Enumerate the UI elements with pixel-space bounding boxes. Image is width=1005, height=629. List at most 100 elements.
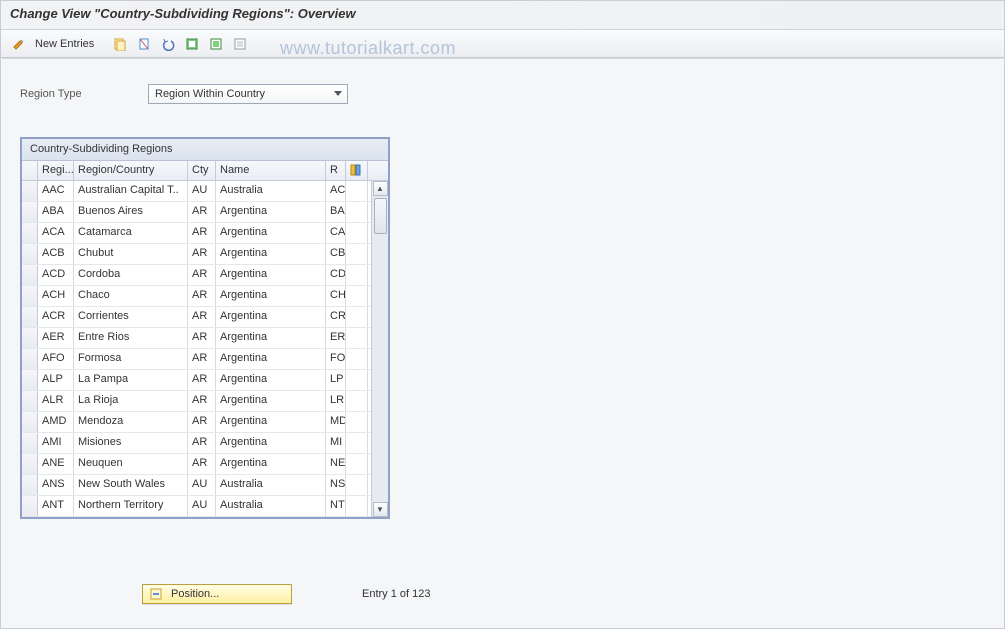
cell-cty[interactable]: AR	[188, 349, 216, 369]
cell-regi[interactable]: ACH	[38, 286, 74, 306]
cell-regi[interactable]: AAC	[38, 181, 74, 201]
cell-name[interactable]: Argentina	[216, 202, 326, 222]
cell-r[interactable]: LR	[326, 391, 346, 411]
position-button[interactable]: Position...	[142, 584, 292, 604]
cell-regi[interactable]: ANS	[38, 475, 74, 495]
cell-region-country[interactable]: New South Wales	[74, 475, 188, 495]
scroll-down-icon[interactable]: ▼	[373, 502, 388, 517]
row-selector[interactable]	[22, 433, 38, 453]
cell-name[interactable]: Argentina	[216, 244, 326, 264]
cell-r[interactable]: CB	[326, 244, 346, 264]
row-selector[interactable]	[22, 475, 38, 495]
cell-cty[interactable]: AR	[188, 265, 216, 285]
row-selector[interactable]	[22, 202, 38, 222]
table-row[interactable]: ACRCorrientesARArgentinaCR	[22, 307, 388, 328]
table-row[interactable]: AMIMisionesARArgentinaMI	[22, 433, 388, 454]
region-type-dropdown[interactable]: Region Within Country	[148, 84, 348, 104]
cell-regi[interactable]: ACD	[38, 265, 74, 285]
cell-regi[interactable]: ACA	[38, 223, 74, 243]
cell-name[interactable]: Australia	[216, 475, 326, 495]
cell-region-country[interactable]: Corrientes	[74, 307, 188, 327]
cell-regi[interactable]: AFO	[38, 349, 74, 369]
cell-regi[interactable]: ABA	[38, 202, 74, 222]
cell-name[interactable]: Argentina	[216, 370, 326, 390]
cell-name[interactable]: Argentina	[216, 391, 326, 411]
row-selector[interactable]	[22, 223, 38, 243]
cell-name[interactable]: Argentina	[216, 433, 326, 453]
cell-regi[interactable]: ACR	[38, 307, 74, 327]
select-all-icon[interactable]	[181, 34, 203, 54]
cell-r[interactable]: CD	[326, 265, 346, 285]
row-selector[interactable]	[22, 391, 38, 411]
cell-regi[interactable]: ACB	[38, 244, 74, 264]
header-name[interactable]: Name	[216, 161, 326, 180]
cell-name[interactable]: Argentina	[216, 286, 326, 306]
row-selector[interactable]	[22, 286, 38, 306]
row-selector[interactable]	[22, 370, 38, 390]
row-selector[interactable]	[22, 181, 38, 201]
cell-region-country[interactable]: La Pampa	[74, 370, 188, 390]
header-selector[interactable]	[22, 161, 38, 180]
table-row[interactable]: ACHChacoARArgentinaCH	[22, 286, 388, 307]
header-cty[interactable]: Cty	[188, 161, 216, 180]
cell-name[interactable]: Argentina	[216, 307, 326, 327]
scroll-thumb[interactable]	[374, 198, 387, 234]
row-selector[interactable]	[22, 412, 38, 432]
cell-name[interactable]: Argentina	[216, 265, 326, 285]
cell-region-country[interactable]: Australian Capital T..	[74, 181, 188, 201]
header-regi[interactable]: Regi...	[38, 161, 74, 180]
cell-name[interactable]: Argentina	[216, 454, 326, 474]
cell-regi[interactable]: AMD	[38, 412, 74, 432]
cell-cty[interactable]: AR	[188, 433, 216, 453]
cell-regi[interactable]: ALP	[38, 370, 74, 390]
scroll-up-icon[interactable]: ▲	[373, 181, 388, 196]
cell-cty[interactable]: AR	[188, 412, 216, 432]
cell-region-country[interactable]: Chubut	[74, 244, 188, 264]
undo-icon[interactable]	[157, 34, 179, 54]
cell-r[interactable]: BA	[326, 202, 346, 222]
cell-region-country[interactable]: Catamarca	[74, 223, 188, 243]
row-selector[interactable]	[22, 496, 38, 516]
table-row[interactable]: AFOFormosaARArgentinaFO	[22, 349, 388, 370]
new-entries-button[interactable]: New Entries	[32, 34, 103, 54]
cell-r[interactable]: ER	[326, 328, 346, 348]
cell-region-country[interactable]: Cordoba	[74, 265, 188, 285]
row-selector[interactable]	[22, 328, 38, 348]
table-row[interactable]: ACDCordobaARArgentinaCD	[22, 265, 388, 286]
cell-region-country[interactable]: Misiones	[74, 433, 188, 453]
cell-region-country[interactable]: Chaco	[74, 286, 188, 306]
table-row[interactable]: ANENeuquenARArgentinaNE	[22, 454, 388, 475]
cell-name[interactable]: Argentina	[216, 328, 326, 348]
cell-r[interactable]: AC	[326, 181, 346, 201]
cell-region-country[interactable]: Neuquen	[74, 454, 188, 474]
cell-cty[interactable]: AU	[188, 496, 216, 516]
select-block-icon[interactable]	[205, 34, 227, 54]
table-row[interactable]: AACAustralian Capital T..AUAustraliaAC	[22, 181, 388, 202]
cell-cty[interactable]: AU	[188, 475, 216, 495]
cell-regi[interactable]: AMI	[38, 433, 74, 453]
row-selector[interactable]	[22, 244, 38, 264]
cell-regi[interactable]: ANT	[38, 496, 74, 516]
cell-region-country[interactable]: Formosa	[74, 349, 188, 369]
cell-r[interactable]: NT	[326, 496, 346, 516]
table-row[interactable]: ANTNorthern TerritoryAUAustraliaNT	[22, 496, 388, 517]
header-region-country[interactable]: Region/Country	[74, 161, 188, 180]
table-row[interactable]: AMDMendozaARArgentinaMD	[22, 412, 388, 433]
cell-region-country[interactable]: Mendoza	[74, 412, 188, 432]
cell-r[interactable]: CR	[326, 307, 346, 327]
delete-icon[interactable]	[133, 34, 155, 54]
cell-cty[interactable]: AR	[188, 307, 216, 327]
cell-r[interactable]: FO	[326, 349, 346, 369]
table-row[interactable]: AEREntre RiosARArgentinaER	[22, 328, 388, 349]
cell-cty[interactable]: AR	[188, 223, 216, 243]
header-r[interactable]: R	[326, 161, 346, 180]
toggle-display-change-icon[interactable]	[8, 34, 30, 54]
cell-r[interactable]: NE	[326, 454, 346, 474]
vertical-scrollbar[interactable]: ▲ ▼	[371, 181, 388, 517]
cell-name[interactable]: Australia	[216, 496, 326, 516]
cell-region-country[interactable]: Entre Rios	[74, 328, 188, 348]
cell-name[interactable]: Argentina	[216, 412, 326, 432]
cell-cty[interactable]: AR	[188, 328, 216, 348]
cell-cty[interactable]: AR	[188, 370, 216, 390]
cell-r[interactable]: MI	[326, 433, 346, 453]
